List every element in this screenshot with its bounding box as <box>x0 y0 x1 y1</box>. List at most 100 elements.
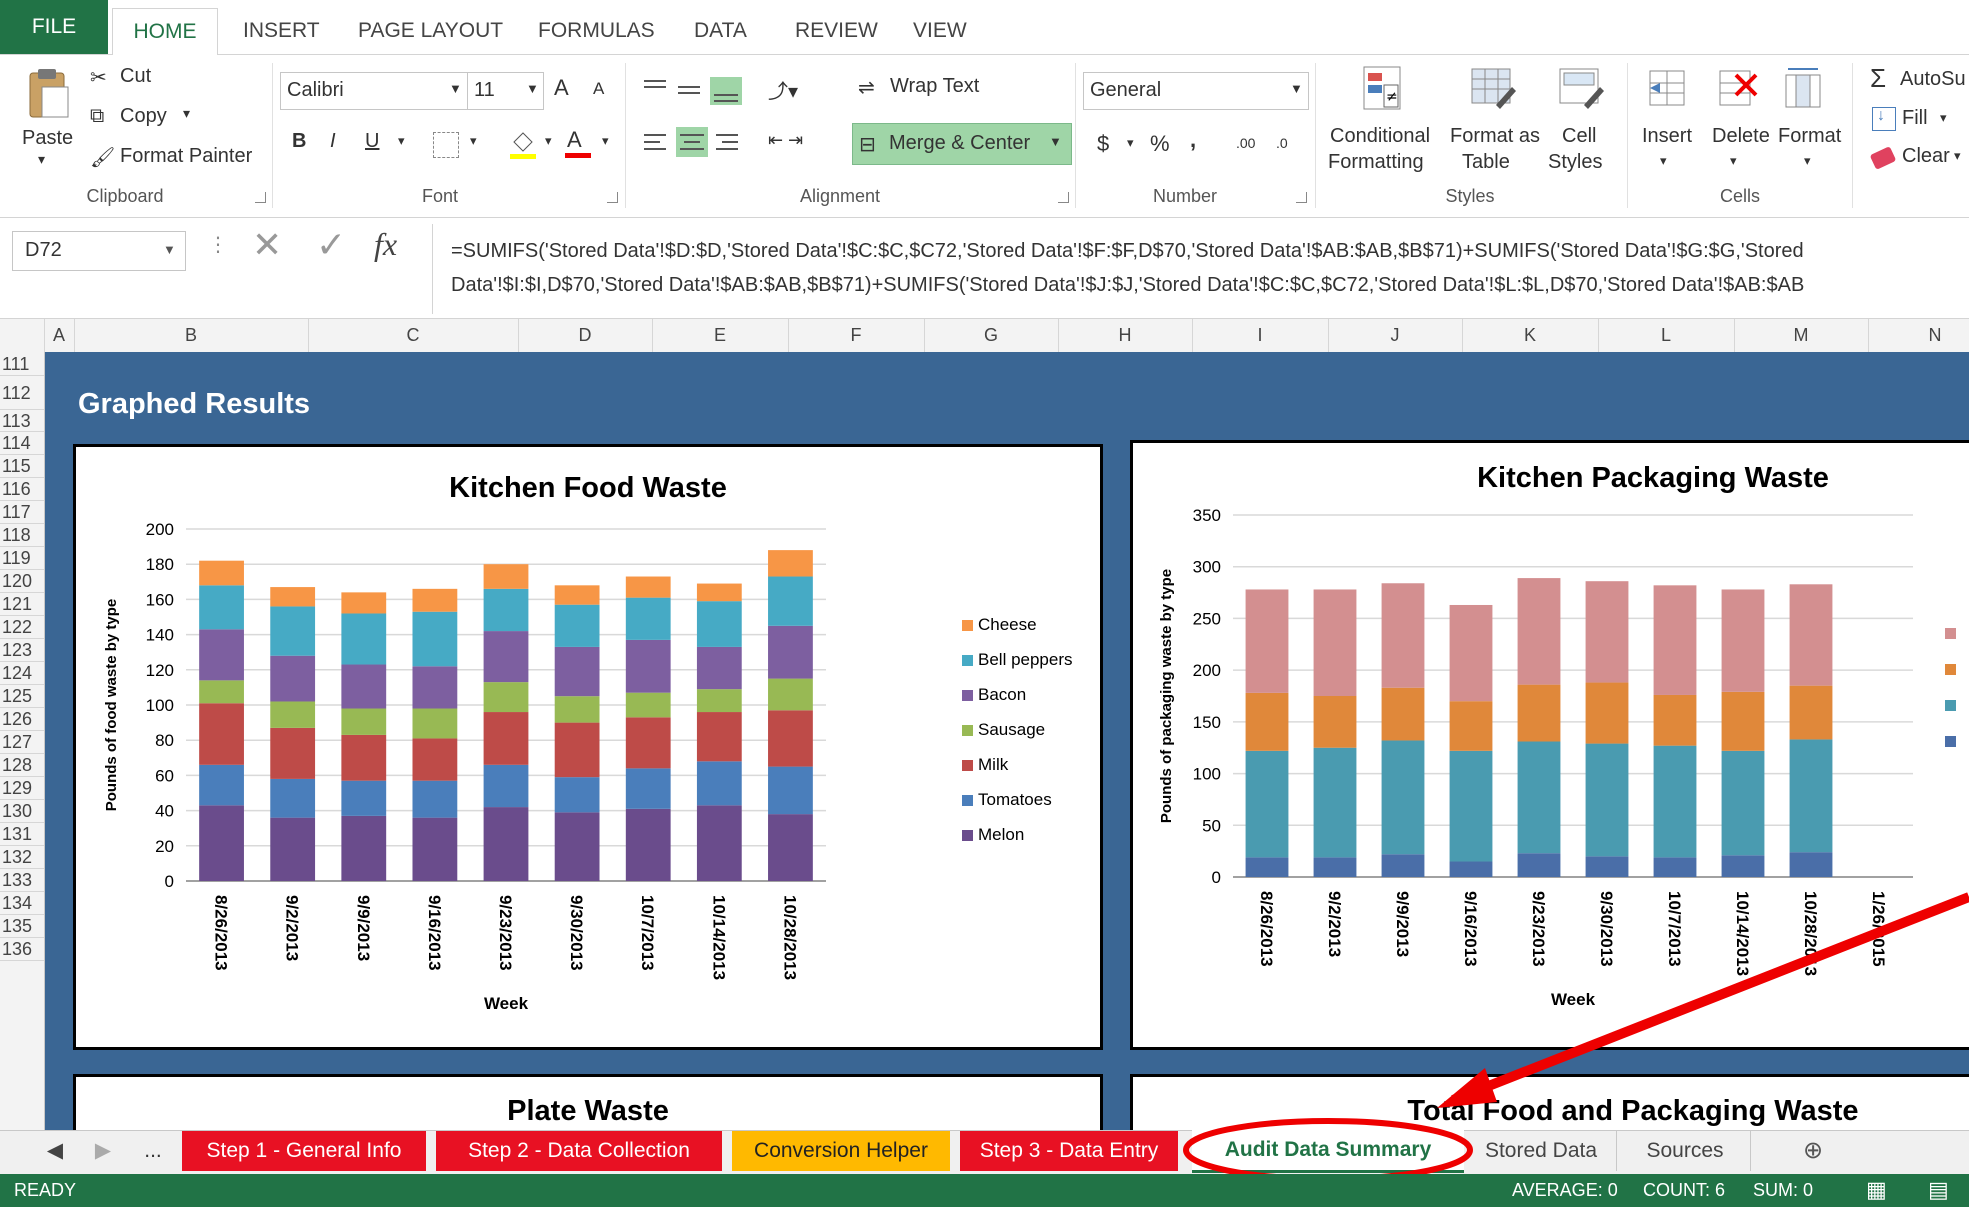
row-header[interactable]: 129 <box>0 777 44 800</box>
eraser-icon[interactable] <box>1869 146 1897 170</box>
autosum-button[interactable]: AutoSu <box>1900 68 1966 91</box>
row-header[interactable]: 131 <box>0 823 44 846</box>
cell-styles-icon[interactable] <box>1558 65 1604 111</box>
chevron-down-icon[interactable]: ▾ <box>1730 153 1737 169</box>
enter-icon[interactable]: ✓ <box>316 224 346 266</box>
cancel-icon[interactable]: ✕ <box>252 224 282 266</box>
format-as-table-icon[interactable] <box>1470 65 1516 111</box>
delete-cells-button[interactable]: Delete <box>1712 125 1770 148</box>
page-layout-view-icon[interactable]: ▤ <box>1928 1177 1949 1203</box>
add-sheet-icon[interactable]: ⊕ <box>1796 1131 1830 1171</box>
conditional-formatting-icon[interactable]: ≠ <box>1360 65 1406 111</box>
fill-color-icon[interactable] <box>508 130 538 160</box>
chevron-down-icon[interactable]: ▾ <box>1660 153 1667 169</box>
insert-cells-icon[interactable] <box>1646 65 1690 111</box>
row-header[interactable]: 118 <box>0 524 44 547</box>
column-header[interactable]: G <box>924 319 1059 352</box>
format-cells-button[interactable]: Format <box>1778 125 1841 148</box>
borders-icon[interactable] <box>433 132 459 158</box>
chevron-down-icon[interactable]: ▾ <box>1127 135 1134 151</box>
scroll-right-icon[interactable]: ▶ <box>88 1131 118 1171</box>
font-size-select[interactable]: 11 ▼ <box>467 72 544 110</box>
decrease-decimal-button[interactable]: .0 <box>1276 135 1288 151</box>
cell-styles-button[interactable]: Cell <box>1562 125 1596 148</box>
fill-icon[interactable]: ↓ <box>1872 107 1896 131</box>
chevron-down-icon[interactable]: ▾ <box>470 133 477 149</box>
paste-button[interactable]: Paste <box>22 127 73 150</box>
column-header[interactable]: C <box>308 319 519 352</box>
font-color-icon[interactable]: A <box>563 127 593 161</box>
column-header[interactable]: K <box>1462 319 1599 352</box>
increase-decimal-button[interactable]: .00 <box>1236 135 1255 151</box>
currency-button[interactable]: $ <box>1097 131 1109 157</box>
sheet-tab-stored-data[interactable]: Stored Data <box>1466 1131 1617 1171</box>
delete-cells-icon[interactable] <box>1716 65 1760 111</box>
formula-input[interactable]: =SUMIFS('Stored Data'!$D:$D,'Stored Data… <box>432 224 1969 314</box>
tab-page-layout[interactable]: PAGE LAYOUT <box>358 8 503 54</box>
row-header[interactable]: 133 <box>0 869 44 892</box>
fill-button[interactable]: Fill <box>1902 107 1928 130</box>
sheet-area[interactable]: Graphed Results Kitchen Food Waste 0 20 40 6… <box>45 352 1969 1130</box>
percent-button[interactable]: % <box>1150 131 1170 157</box>
row-header[interactable]: 121 <box>0 593 44 616</box>
copy-button[interactable]: Copy <box>120 105 167 128</box>
column-header[interactable]: L <box>1598 319 1735 352</box>
column-header[interactable]: B <box>74 319 309 352</box>
chevron-down-icon[interactable]: ▾ <box>545 133 552 149</box>
row-header[interactable]: 115 <box>0 455 44 478</box>
underline-button[interactable]: U <box>365 130 379 153</box>
number-launcher-icon[interactable] <box>1296 192 1307 203</box>
row-header[interactable]: 116 <box>0 478 44 501</box>
tab-file[interactable]: FILE <box>0 0 108 54</box>
row-header[interactable]: 132 <box>0 846 44 869</box>
tab-data[interactable]: DATA <box>694 8 747 54</box>
row-header[interactable]: 126 <box>0 708 44 731</box>
tab-insert[interactable]: INSERT <box>243 8 320 54</box>
paste-chevron-icon[interactable]: ▾ <box>38 151 45 168</box>
sheet-tab-step3[interactable]: Step 3 - Data Entry <box>960 1131 1178 1171</box>
column-header[interactable]: N <box>1868 319 1969 352</box>
row-header[interactable]: 127 <box>0 731 44 754</box>
clipboard-launcher-icon[interactable] <box>255 192 266 203</box>
cut-button[interactable]: Cut <box>120 65 151 88</box>
comma-button[interactable]: , <box>1190 127 1196 153</box>
column-header[interactable]: H <box>1058 319 1193 352</box>
conditional-formatting-button[interactable]: Conditional <box>1330 125 1430 148</box>
copy-icon[interactable]: ⧉ <box>90 105 104 128</box>
conditional-formatting-label2[interactable]: Formatting <box>1328 151 1424 174</box>
wrap-text-icon[interactable]: ⇌ <box>858 75 875 100</box>
format-painter-button[interactable]: Format Painter <box>120 145 252 168</box>
tab-formulas[interactable]: FORMULAS <box>538 8 655 54</box>
format-painter-icon[interactable]: 🖌 <box>90 145 115 170</box>
format-as-table-label2[interactable]: Table <box>1462 151 1510 174</box>
shrink-font-icon[interactable]: A <box>593 79 604 99</box>
cut-icon[interactable]: ✂ <box>90 65 107 90</box>
column-header[interactable]: I <box>1192 319 1329 352</box>
clear-button[interactable]: Clear <box>1902 145 1950 168</box>
row-header[interactable]: 136 <box>0 938 44 961</box>
row-header[interactable]: 135 <box>0 915 44 938</box>
row-header[interactable]: 119 <box>0 547 44 570</box>
name-box[interactable]: D72 ▼ <box>12 231 186 271</box>
grow-font-icon[interactable]: A <box>554 75 569 101</box>
column-header[interactable]: E <box>652 319 789 352</box>
italic-button[interactable]: I <box>330 130 336 153</box>
row-header[interactable]: 123 <box>0 639 44 662</box>
row-header[interactable]: 117 <box>0 501 44 524</box>
row-header[interactable]: 125 <box>0 685 44 708</box>
indent-icon[interactable]: ⇤ ⇥ <box>768 130 803 151</box>
chevron-down-icon[interactable]: ▾ <box>602 133 609 149</box>
scroll-left-icon[interactable]: ◀ <box>40 1131 70 1171</box>
insert-cells-button[interactable]: Insert <box>1642 125 1692 148</box>
normal-view-icon[interactable]: ▦ <box>1866 1177 1887 1203</box>
row-header[interactable]: 114 <box>0 432 44 455</box>
alignment-launcher-icon[interactable] <box>1058 192 1069 203</box>
format-as-table-button[interactable]: Format as <box>1450 125 1540 148</box>
row-header[interactable]: 124 <box>0 662 44 685</box>
chevron-down-icon[interactable]: ▾ <box>1804 153 1811 169</box>
tab-home[interactable]: HOME <box>112 8 218 57</box>
merge-center-button[interactable]: ⊟ Merge & Center ▼ <box>852 123 1072 165</box>
row-header[interactable]: 111 <box>0 352 44 376</box>
column-header[interactable]: F <box>788 319 925 352</box>
row-header[interactable]: 113 <box>0 410 44 432</box>
